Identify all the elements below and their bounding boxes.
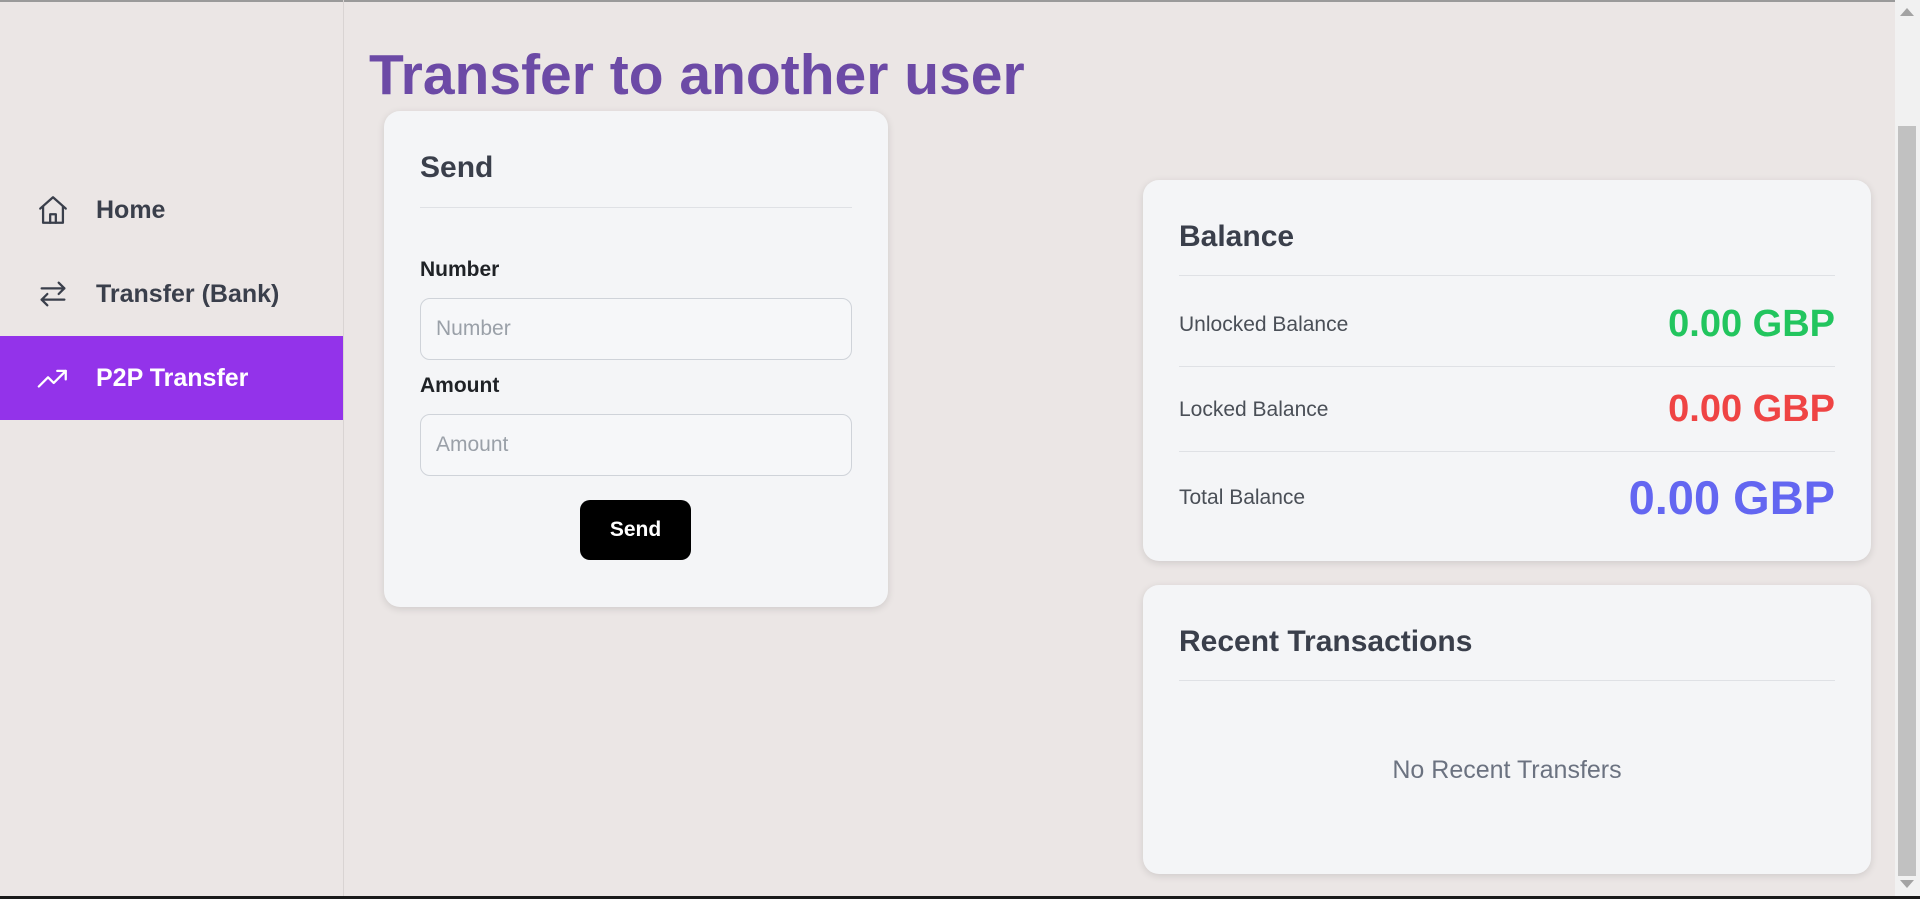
scrollbar-thumb[interactable] — [1898, 126, 1916, 876]
send-button[interactable]: Send — [580, 500, 691, 560]
empty-state-text: No Recent Transfers — [1392, 756, 1622, 784]
locked-balance-label: Locked Balance — [1179, 398, 1329, 421]
sidebar-item-label: Transfer (Bank) — [96, 279, 280, 308]
unlocked-balance-value: 0.00 GBP — [1668, 303, 1835, 345]
recent-transactions-card: Recent Transactions No Recent Transfers — [1143, 585, 1871, 874]
balance-card: Balance Unlocked Balance 0.00 GBP Locked… — [1143, 180, 1871, 561]
balance-card-divider — [1179, 275, 1835, 276]
scroll-down-arrow-icon[interactable] — [1900, 880, 1914, 888]
amount-label: Amount — [420, 374, 500, 397]
sidebar-item-transfer-bank[interactable]: Transfer (Bank) — [0, 252, 343, 336]
balance-row-divider — [1179, 451, 1835, 452]
sidebar-item-p2p-transfer[interactable]: P2P Transfer — [0, 336, 343, 420]
page-title: Transfer to another user — [369, 43, 1025, 107]
send-card-title: Send — [420, 151, 494, 184]
number-input[interactable] — [420, 298, 852, 360]
unlocked-balance-label: Unlocked Balance — [1179, 313, 1349, 336]
home-icon — [36, 193, 70, 227]
sidebar-item-label: Home — [96, 195, 166, 224]
balance-card-title: Balance — [1179, 220, 1295, 253]
total-balance-label: Total Balance — [1179, 486, 1306, 509]
locked-balance-value: 0.00 GBP — [1668, 388, 1835, 430]
sidebar-item-home[interactable]: Home — [0, 168, 343, 252]
recent-transactions-divider — [1179, 680, 1835, 681]
sidebar-item-label: P2P Transfer — [96, 363, 249, 392]
number-label: Number — [420, 258, 500, 281]
send-card-divider — [420, 207, 852, 208]
scroll-up-arrow-icon[interactable] — [1900, 8, 1914, 16]
balance-row-divider — [1179, 366, 1835, 367]
total-balance-value: 0.00 GBP — [1628, 471, 1835, 524]
sidebar: Home Transfer (Bank) P2P Transfer — [0, 0, 344, 899]
recent-transactions-title: Recent Transactions — [1179, 625, 1473, 658]
arrows-swap-icon — [36, 277, 70, 311]
trending-up-icon — [36, 361, 70, 395]
amount-input[interactable] — [420, 414, 852, 476]
